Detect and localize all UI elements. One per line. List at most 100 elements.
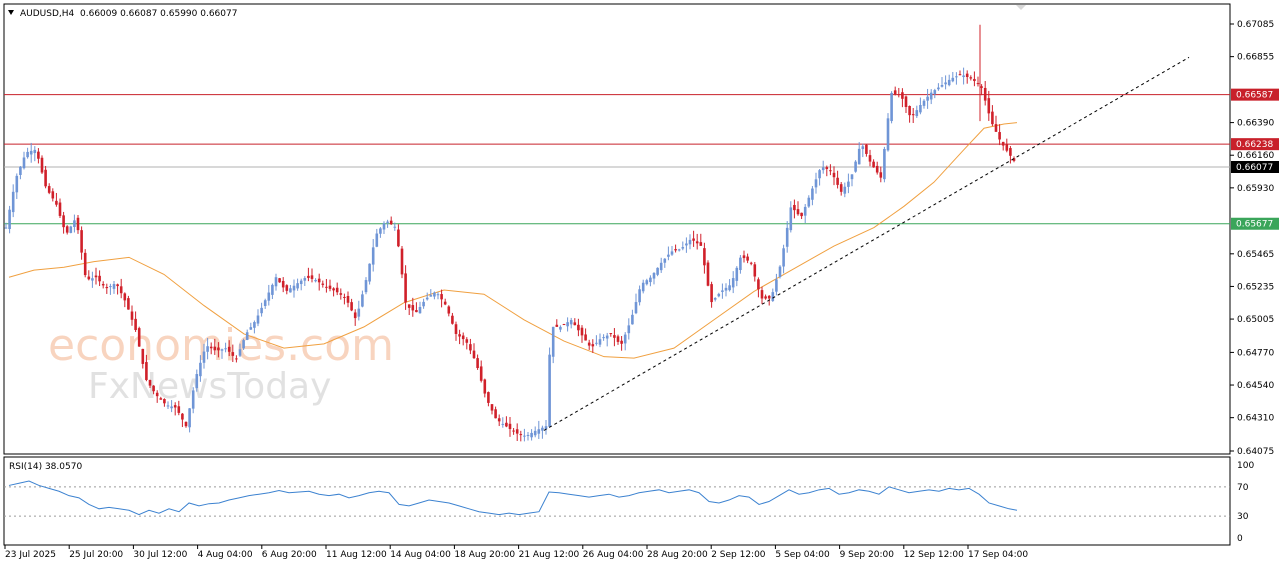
candle-body bbox=[195, 374, 199, 389]
candle-body bbox=[645, 280, 649, 285]
candle-body bbox=[955, 76, 958, 78]
candle-body bbox=[1001, 141, 1005, 146]
candle-body bbox=[101, 284, 105, 286]
time-tick-label: 18 Aug 20:00 bbox=[454, 550, 515, 560]
candle-body bbox=[631, 314, 634, 325]
candle-body bbox=[519, 434, 523, 436]
candle-body bbox=[494, 409, 497, 419]
candle-body bbox=[256, 315, 260, 324]
candle-body bbox=[865, 144, 868, 154]
candle-body bbox=[62, 215, 65, 228]
candle-body bbox=[105, 287, 109, 289]
candle-body bbox=[634, 302, 638, 314]
candle-body bbox=[915, 110, 919, 117]
rsi-tick-label: 0 bbox=[1237, 534, 1243, 544]
candle-body bbox=[263, 300, 267, 306]
candle-body bbox=[47, 186, 51, 193]
candle-body bbox=[746, 256, 749, 261]
candle-body bbox=[69, 226, 73, 233]
candle-body bbox=[857, 148, 861, 165]
candle-body bbox=[447, 306, 451, 314]
candle-body bbox=[681, 247, 685, 249]
candle bbox=[83, 249, 87, 278]
candle bbox=[69, 225, 73, 234]
candle-body bbox=[908, 106, 911, 116]
candle-body bbox=[843, 186, 847, 194]
candle-body bbox=[735, 267, 739, 281]
chart-area: economies.com FxNewsToday AUDUSD,H4 0.66… bbox=[3, 3, 1279, 560]
candle-body bbox=[476, 358, 479, 369]
candle-body bbox=[188, 408, 191, 428]
candle-body bbox=[537, 429, 541, 434]
candle bbox=[854, 160, 857, 173]
candle-body bbox=[245, 332, 249, 340]
candle bbox=[368, 263, 371, 285]
time-tick-label: 12 Sep 12:00 bbox=[904, 550, 964, 560]
price-tick-label: 0.66855 bbox=[1237, 53, 1274, 63]
candle-body bbox=[260, 307, 263, 314]
candle-body bbox=[325, 286, 328, 288]
candle-body bbox=[616, 336, 620, 342]
candle-body bbox=[753, 264, 757, 277]
rsi-title: RSI(14) 38.0570 bbox=[9, 462, 82, 472]
candle-body bbox=[458, 334, 461, 337]
time-tick-label: 28 Aug 20:00 bbox=[647, 550, 708, 560]
price-tick-label: 0.66390 bbox=[1237, 119, 1274, 129]
candle-body bbox=[443, 301, 447, 305]
watermark-economies: economies.com bbox=[48, 320, 394, 371]
candle-body bbox=[343, 296, 346, 298]
candle-body bbox=[677, 249, 681, 251]
candle-body bbox=[483, 379, 487, 394]
candle-body bbox=[51, 191, 55, 199]
candle-body bbox=[119, 286, 123, 294]
candle-body bbox=[850, 174, 854, 180]
candle-body bbox=[281, 280, 285, 288]
candle bbox=[883, 146, 886, 183]
candle-body bbox=[289, 288, 292, 293]
candle bbox=[886, 113, 890, 152]
candle-body bbox=[253, 322, 256, 328]
time-tick-label: 21 Aug 12:00 bbox=[519, 550, 580, 560]
price-tick-label: 0.64075 bbox=[1237, 447, 1274, 457]
candle-body bbox=[922, 100, 926, 106]
candle-body bbox=[991, 111, 994, 125]
candle-body bbox=[346, 295, 350, 303]
candle-body bbox=[371, 247, 375, 265]
level-label-support: 0.65677 bbox=[1236, 220, 1273, 230]
candle-body bbox=[641, 282, 645, 292]
candle-body bbox=[638, 289, 641, 303]
watermark-fxnewstoday: FxNewsToday bbox=[88, 366, 331, 407]
candle-body bbox=[555, 324, 559, 327]
candle-body bbox=[731, 278, 735, 288]
candle-body bbox=[505, 422, 508, 427]
candle-body bbox=[947, 79, 951, 86]
candle-body bbox=[580, 327, 584, 336]
candle-body bbox=[803, 206, 807, 216]
candle-body bbox=[454, 324, 458, 334]
candle-body bbox=[911, 114, 915, 116]
candle-body bbox=[710, 284, 713, 303]
candle-body bbox=[4, 227, 8, 229]
candle-body bbox=[490, 404, 494, 411]
candle-body bbox=[364, 280, 368, 293]
candle-body bbox=[742, 255, 746, 259]
candle-body bbox=[980, 86, 983, 88]
candle-body bbox=[433, 292, 436, 297]
candle-body bbox=[55, 200, 58, 205]
candle-body bbox=[656, 267, 659, 275]
candle-body bbox=[19, 166, 22, 175]
candle-body bbox=[832, 172, 836, 178]
candle-body bbox=[811, 188, 814, 200]
candle-body bbox=[386, 221, 389, 223]
candle-body bbox=[836, 177, 839, 185]
candle-body bbox=[814, 179, 818, 188]
candle-body bbox=[987, 98, 991, 114]
candle-body bbox=[33, 149, 37, 154]
candle-body bbox=[332, 288, 335, 291]
candle-body bbox=[415, 310, 418, 313]
candle-body bbox=[587, 342, 591, 346]
candle-body bbox=[404, 273, 407, 303]
candle bbox=[278, 277, 281, 283]
time-tick-label: 30 Jul 12:00 bbox=[133, 550, 187, 560]
rsi-tick-label: 100 bbox=[1237, 461, 1254, 471]
